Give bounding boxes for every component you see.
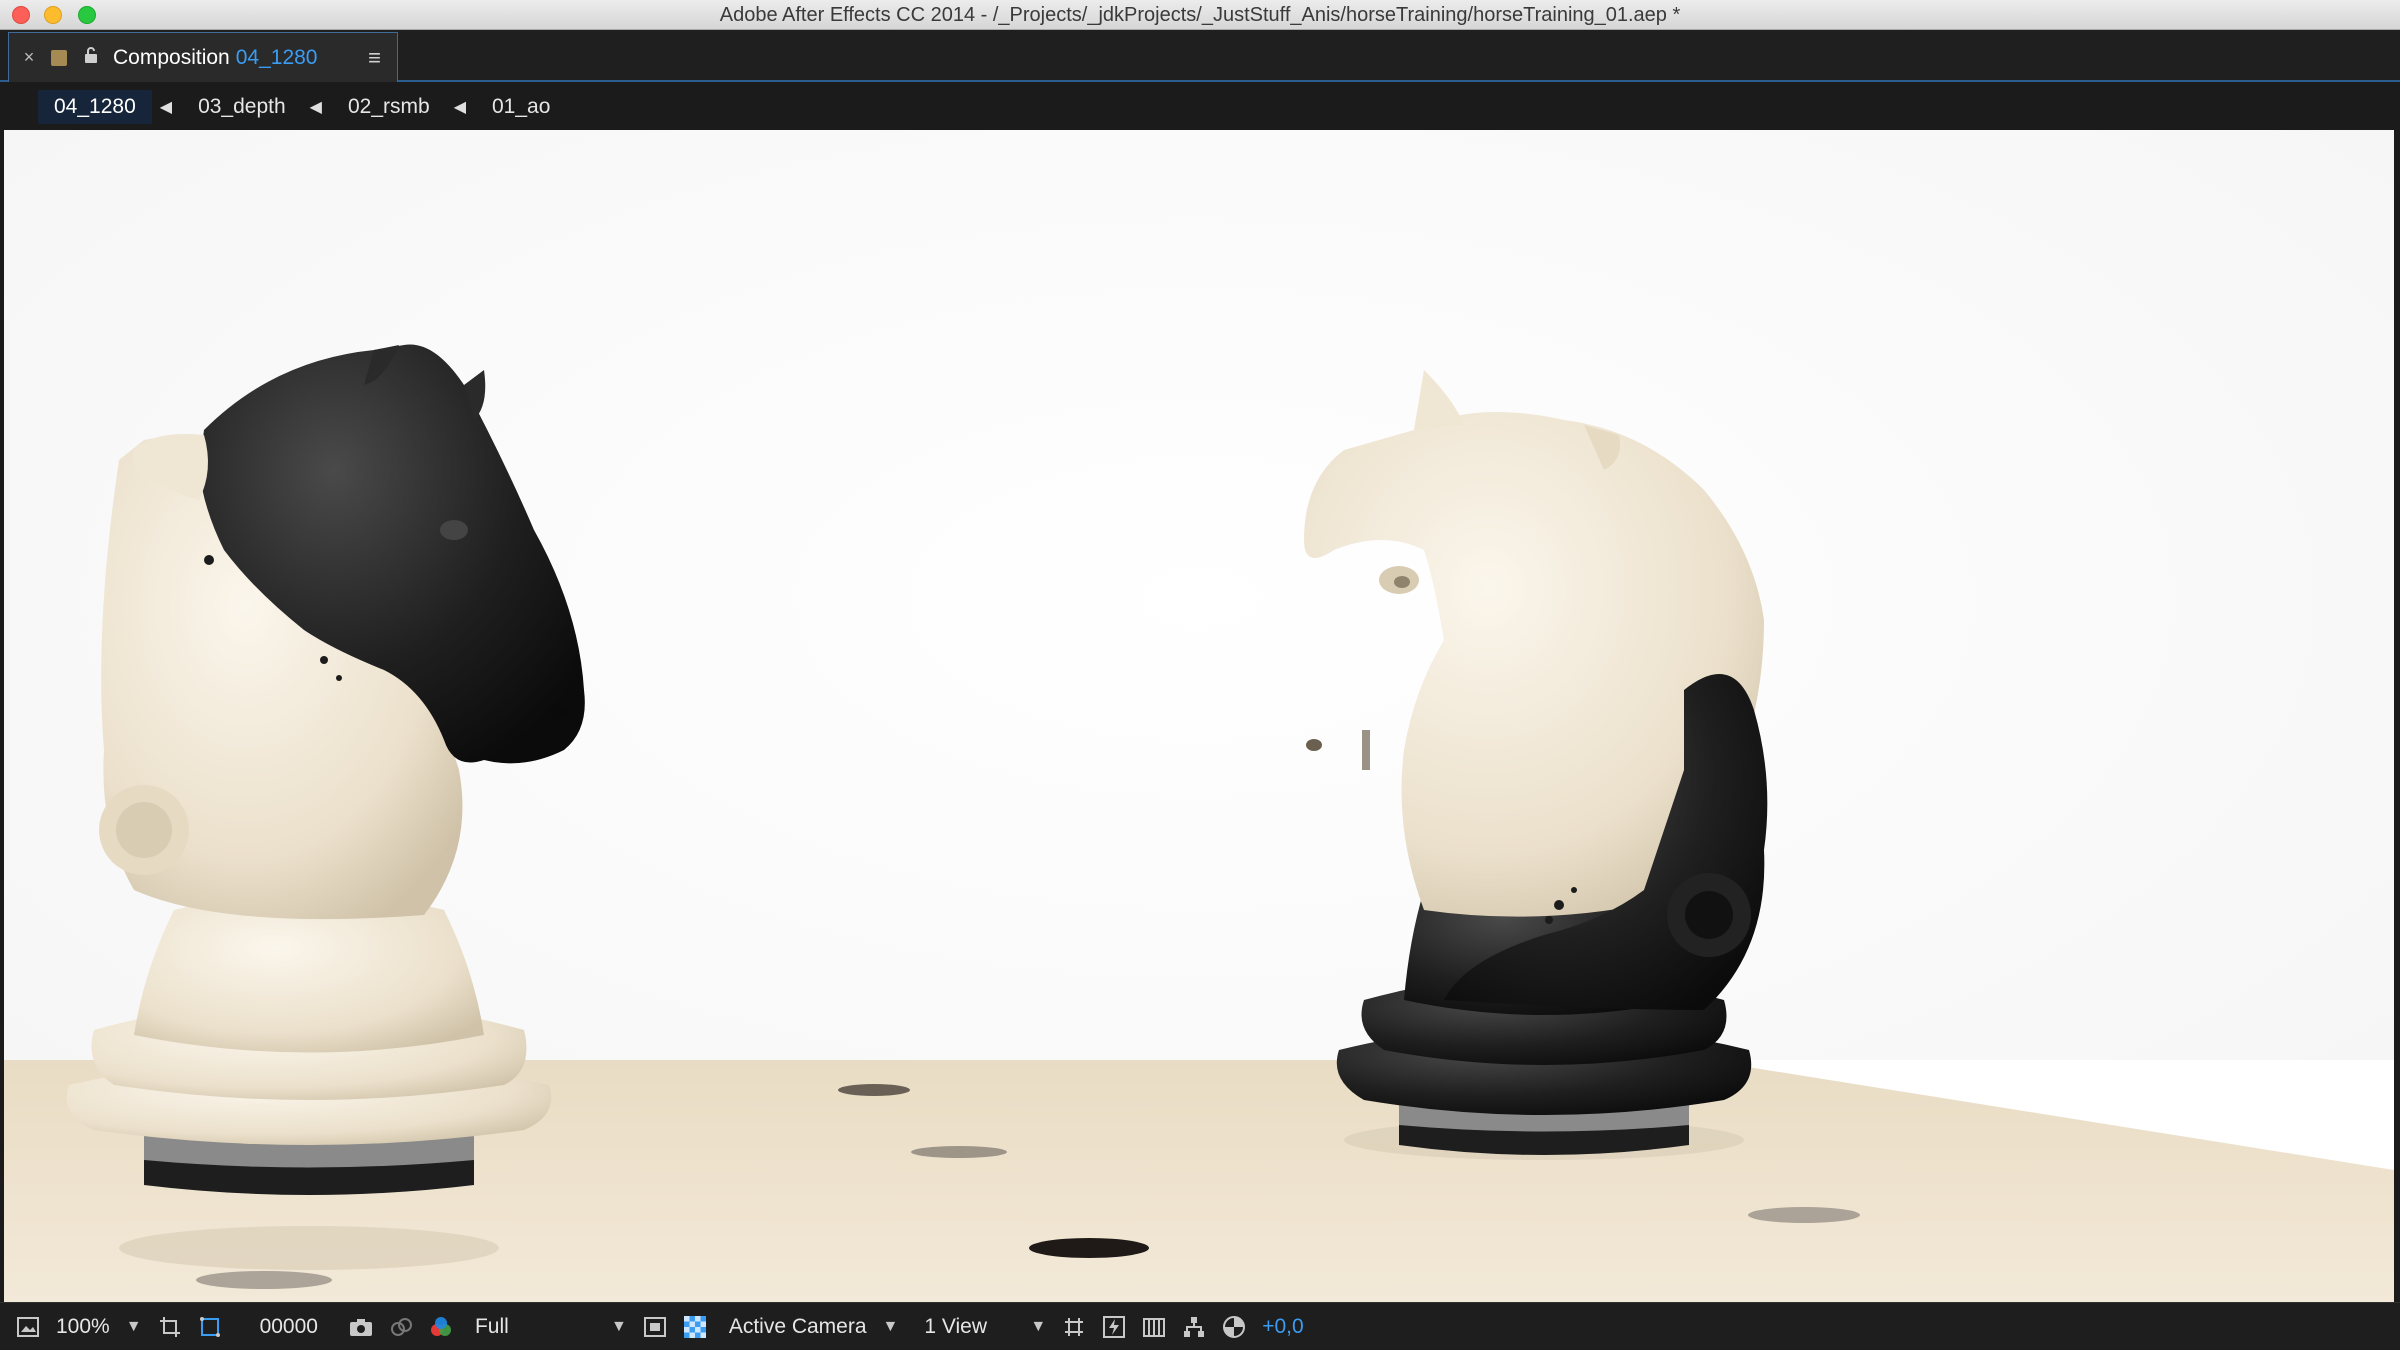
magnification-dropdown-icon[interactable]: ▼ bbox=[126, 1318, 142, 1336]
region-of-interest-icon[interactable] bbox=[155, 1312, 185, 1342]
timeline-icon[interactable] bbox=[1139, 1312, 1169, 1342]
tab-close-icon[interactable]: × bbox=[19, 47, 39, 68]
breadcrumb-item-01_ao[interactable]: 01_ao bbox=[476, 90, 566, 124]
always-preview-icon[interactable] bbox=[13, 1312, 43, 1342]
window-titlebar: Adobe After Effects CC 2014 - /_Projects… bbox=[0, 0, 2400, 30]
mask-visibility-icon[interactable] bbox=[195, 1312, 225, 1342]
resolution-dropdown-icon[interactable]: ▼ bbox=[611, 1318, 627, 1336]
comp-flowchart-icon[interactable] bbox=[1179, 1312, 1209, 1342]
snapshot-icon[interactable] bbox=[346, 1312, 376, 1342]
channels-icon[interactable] bbox=[426, 1312, 456, 1342]
label-color-swatch[interactable] bbox=[51, 49, 67, 66]
viewer-toolbar: 100% ▼ 00000 Full ▼ Active Camera ▼ 1 Vi… bbox=[0, 1302, 2400, 1350]
transparency-grid-icon[interactable] bbox=[680, 1312, 710, 1342]
exposure-value[interactable]: +0,0 bbox=[1262, 1315, 1303, 1339]
show-snapshot-icon[interactable] bbox=[386, 1312, 416, 1342]
breadcrumb-item-03_depth[interactable]: 03_depth bbox=[182, 90, 302, 124]
view-layout-value[interactable]: 1 View bbox=[924, 1315, 1014, 1339]
panel-tab-bar: × Composition 04_1280 ≡ bbox=[0, 30, 2400, 82]
tab-comp-name: 04_1280 bbox=[235, 45, 318, 69]
fast-preview-lightning-icon[interactable] bbox=[1099, 1312, 1129, 1342]
comp-breadcrumb: 04_1280 ◀ 03_depth ◀ 02_rsmb ◀ 01_ao bbox=[0, 84, 2400, 130]
view-layout-dropdown-icon[interactable]: ▼ bbox=[1030, 1318, 1046, 1336]
breadcrumb-arrow-icon: ◀ bbox=[309, 99, 322, 116]
lock-icon[interactable] bbox=[81, 46, 101, 69]
resolution-value[interactable]: Full bbox=[475, 1315, 595, 1339]
magnification-value[interactable]: 100% bbox=[56, 1315, 110, 1339]
toggle-pixel-aspect-icon[interactable] bbox=[1059, 1312, 1089, 1342]
tab-panel-label: Composition bbox=[113, 45, 230, 69]
breadcrumb-arrow-icon: ◀ bbox=[453, 99, 466, 116]
active-camera-value[interactable]: Active Camera bbox=[729, 1315, 867, 1339]
breadcrumb-arrow-icon: ◀ bbox=[159, 99, 173, 116]
breadcrumb-item-02_rsmb[interactable]: 02_rsmb bbox=[332, 90, 446, 124]
breadcrumb-item-04_1280[interactable]: 04_1280 bbox=[38, 90, 152, 124]
render-preview bbox=[4, 130, 2394, 1302]
composition-tab[interactable]: × Composition 04_1280 ≡ bbox=[8, 32, 398, 82]
reset-exposure-icon[interactable] bbox=[1219, 1312, 1249, 1342]
current-time-value[interactable]: 00000 bbox=[260, 1315, 318, 1339]
camera-dropdown-icon[interactable]: ▼ bbox=[883, 1318, 899, 1336]
window-title: Adobe After Effects CC 2014 - /_Projects… bbox=[719, 4, 1681, 26]
composition-viewer[interactable] bbox=[4, 130, 2394, 1302]
fast-previews-icon[interactable] bbox=[640, 1312, 670, 1342]
panel-menu-icon[interactable]: ≡ bbox=[368, 45, 381, 71]
